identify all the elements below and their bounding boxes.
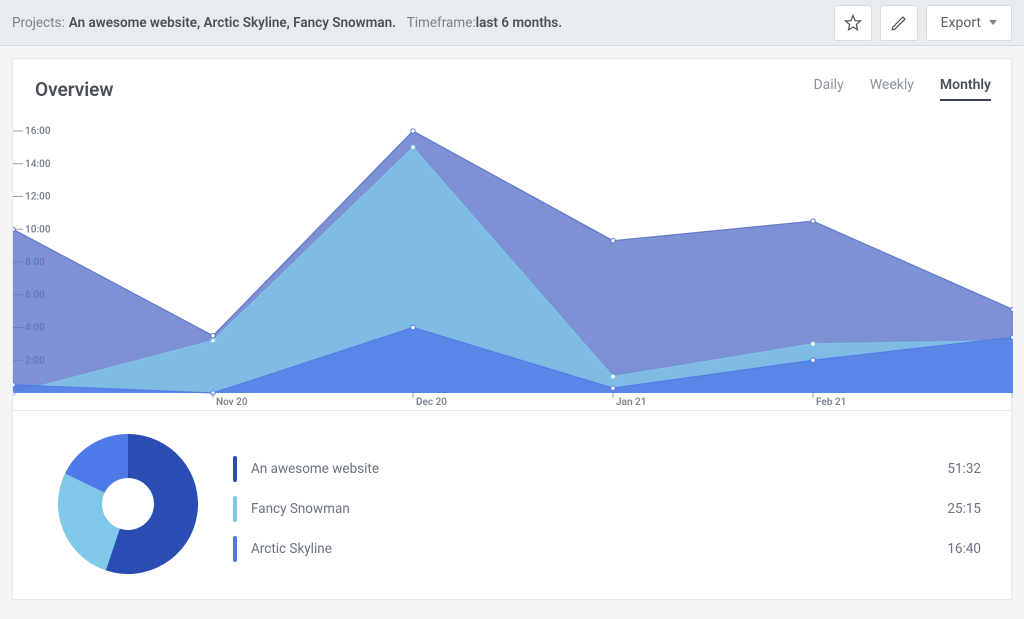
pencil-icon [890,14,908,32]
legend-list: An awesome website51:32 Fancy Snowman25:1… [233,446,981,562]
legend-item[interactable]: Arctic Skyline16:40 [233,536,981,562]
svg-text:10:00: 10:00 [25,224,51,235]
svg-text:Dec 20: Dec 20 [416,397,447,408]
export-button[interactable]: Export [926,5,1012,41]
tab-monthly[interactable]: Monthly [940,77,991,101]
timeframe-value[interactable]: last 6 months. [476,15,562,31]
granularity-tabs: Daily Weekly Monthly [813,77,991,101]
tab-weekly[interactable]: Weekly [870,77,914,101]
legend-item[interactable]: An awesome website51:32 [233,456,981,482]
legend-item[interactable]: Fancy Snowman25:15 [233,496,981,522]
topbar: Projects: An awesome website, Arctic Sky… [0,0,1024,46]
tab-daily[interactable]: Daily [813,77,843,101]
svg-text:Nov 20: Nov 20 [216,397,248,408]
legend-name: Fancy Snowman [251,501,947,517]
legend-color-swatch [233,536,237,562]
legend-name: Arctic Skyline [251,541,947,557]
legend-time: 51:32 [947,461,981,477]
timeframe-label: Timeframe: [400,15,476,31]
legend-color-swatch [233,456,237,482]
chevron-down-icon [989,20,997,25]
svg-text:Feb 21: Feb 21 [816,397,846,408]
projects-label: Projects: [12,15,65,31]
projects-value[interactable]: An awesome website, Arctic Skyline, Fanc… [69,15,396,31]
legend-color-swatch [233,496,237,522]
svg-text:12:00: 12:00 [25,192,51,203]
legend-time: 16:40 [947,541,981,557]
svg-text:Jan 21: Jan 21 [616,397,646,408]
card-header: Overview Daily Weekly Monthly [13,59,1011,111]
svg-text:14:00: 14:00 [25,159,51,170]
legend-row: An awesome website51:32 Fancy Snowman25:1… [13,411,1011,599]
export-label: Export [941,15,981,31]
legend-name: An awesome website [251,461,947,477]
donut-chart [53,429,203,579]
star-icon [844,14,862,32]
favorite-button[interactable] [834,5,872,41]
edit-button[interactable] [880,5,918,41]
donut-slice[interactable] [58,474,120,571]
svg-text:16:00: 16:00 [25,126,51,137]
legend-time: 25:15 [947,501,981,517]
page-title: Overview [35,78,113,101]
overview-card: Overview Daily Weekly Monthly 2:004:006:… [12,58,1012,600]
area-chart: 2:004:006:008:0010:0012:0014:0016:00Nov … [13,111,1011,411]
